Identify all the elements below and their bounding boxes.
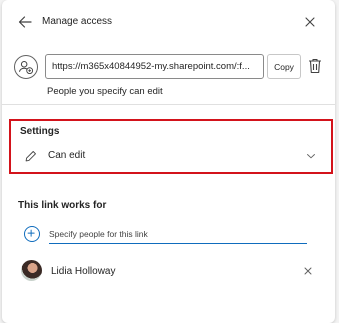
close-icon[interactable] xyxy=(302,14,318,30)
person-name: Lidia Holloway xyxy=(51,266,116,277)
arrow-left-icon[interactable] xyxy=(16,13,34,31)
permission-dropdown[interactable]: Can edit xyxy=(17,145,325,167)
link-description: People you specify can edit xyxy=(47,86,163,97)
avatar xyxy=(21,260,42,281)
close-icon[interactable] xyxy=(302,265,314,277)
works-for-heading: This link works for xyxy=(18,200,107,211)
add-circle-icon[interactable] xyxy=(24,226,40,242)
person-list-item: Lidia Holloway xyxy=(2,258,335,284)
specify-people-input[interactable] xyxy=(49,224,307,244)
manage-access-panel: Manage access https://m365x40844952-my.s… xyxy=(2,0,335,323)
pencil-icon xyxy=(25,151,36,162)
settings-heading: Settings xyxy=(20,126,60,137)
settings-section: Settings Can edit xyxy=(9,119,333,174)
sharing-link-row: https://m365x40844952-my.sharepoint.com/… xyxy=(2,48,335,104)
link-people-icon xyxy=(14,55,38,79)
trash-icon[interactable] xyxy=(307,57,323,75)
copy-button[interactable]: Copy xyxy=(267,54,301,79)
panel-header: Manage access xyxy=(2,0,335,44)
panel-title: Manage access xyxy=(42,16,113,27)
chevron-down-icon xyxy=(307,154,315,159)
section-divider xyxy=(2,104,335,105)
link-url-field[interactable]: https://m365x40844952-my.sharepoint.com/… xyxy=(45,54,264,79)
permission-value: Can edit xyxy=(48,150,86,161)
